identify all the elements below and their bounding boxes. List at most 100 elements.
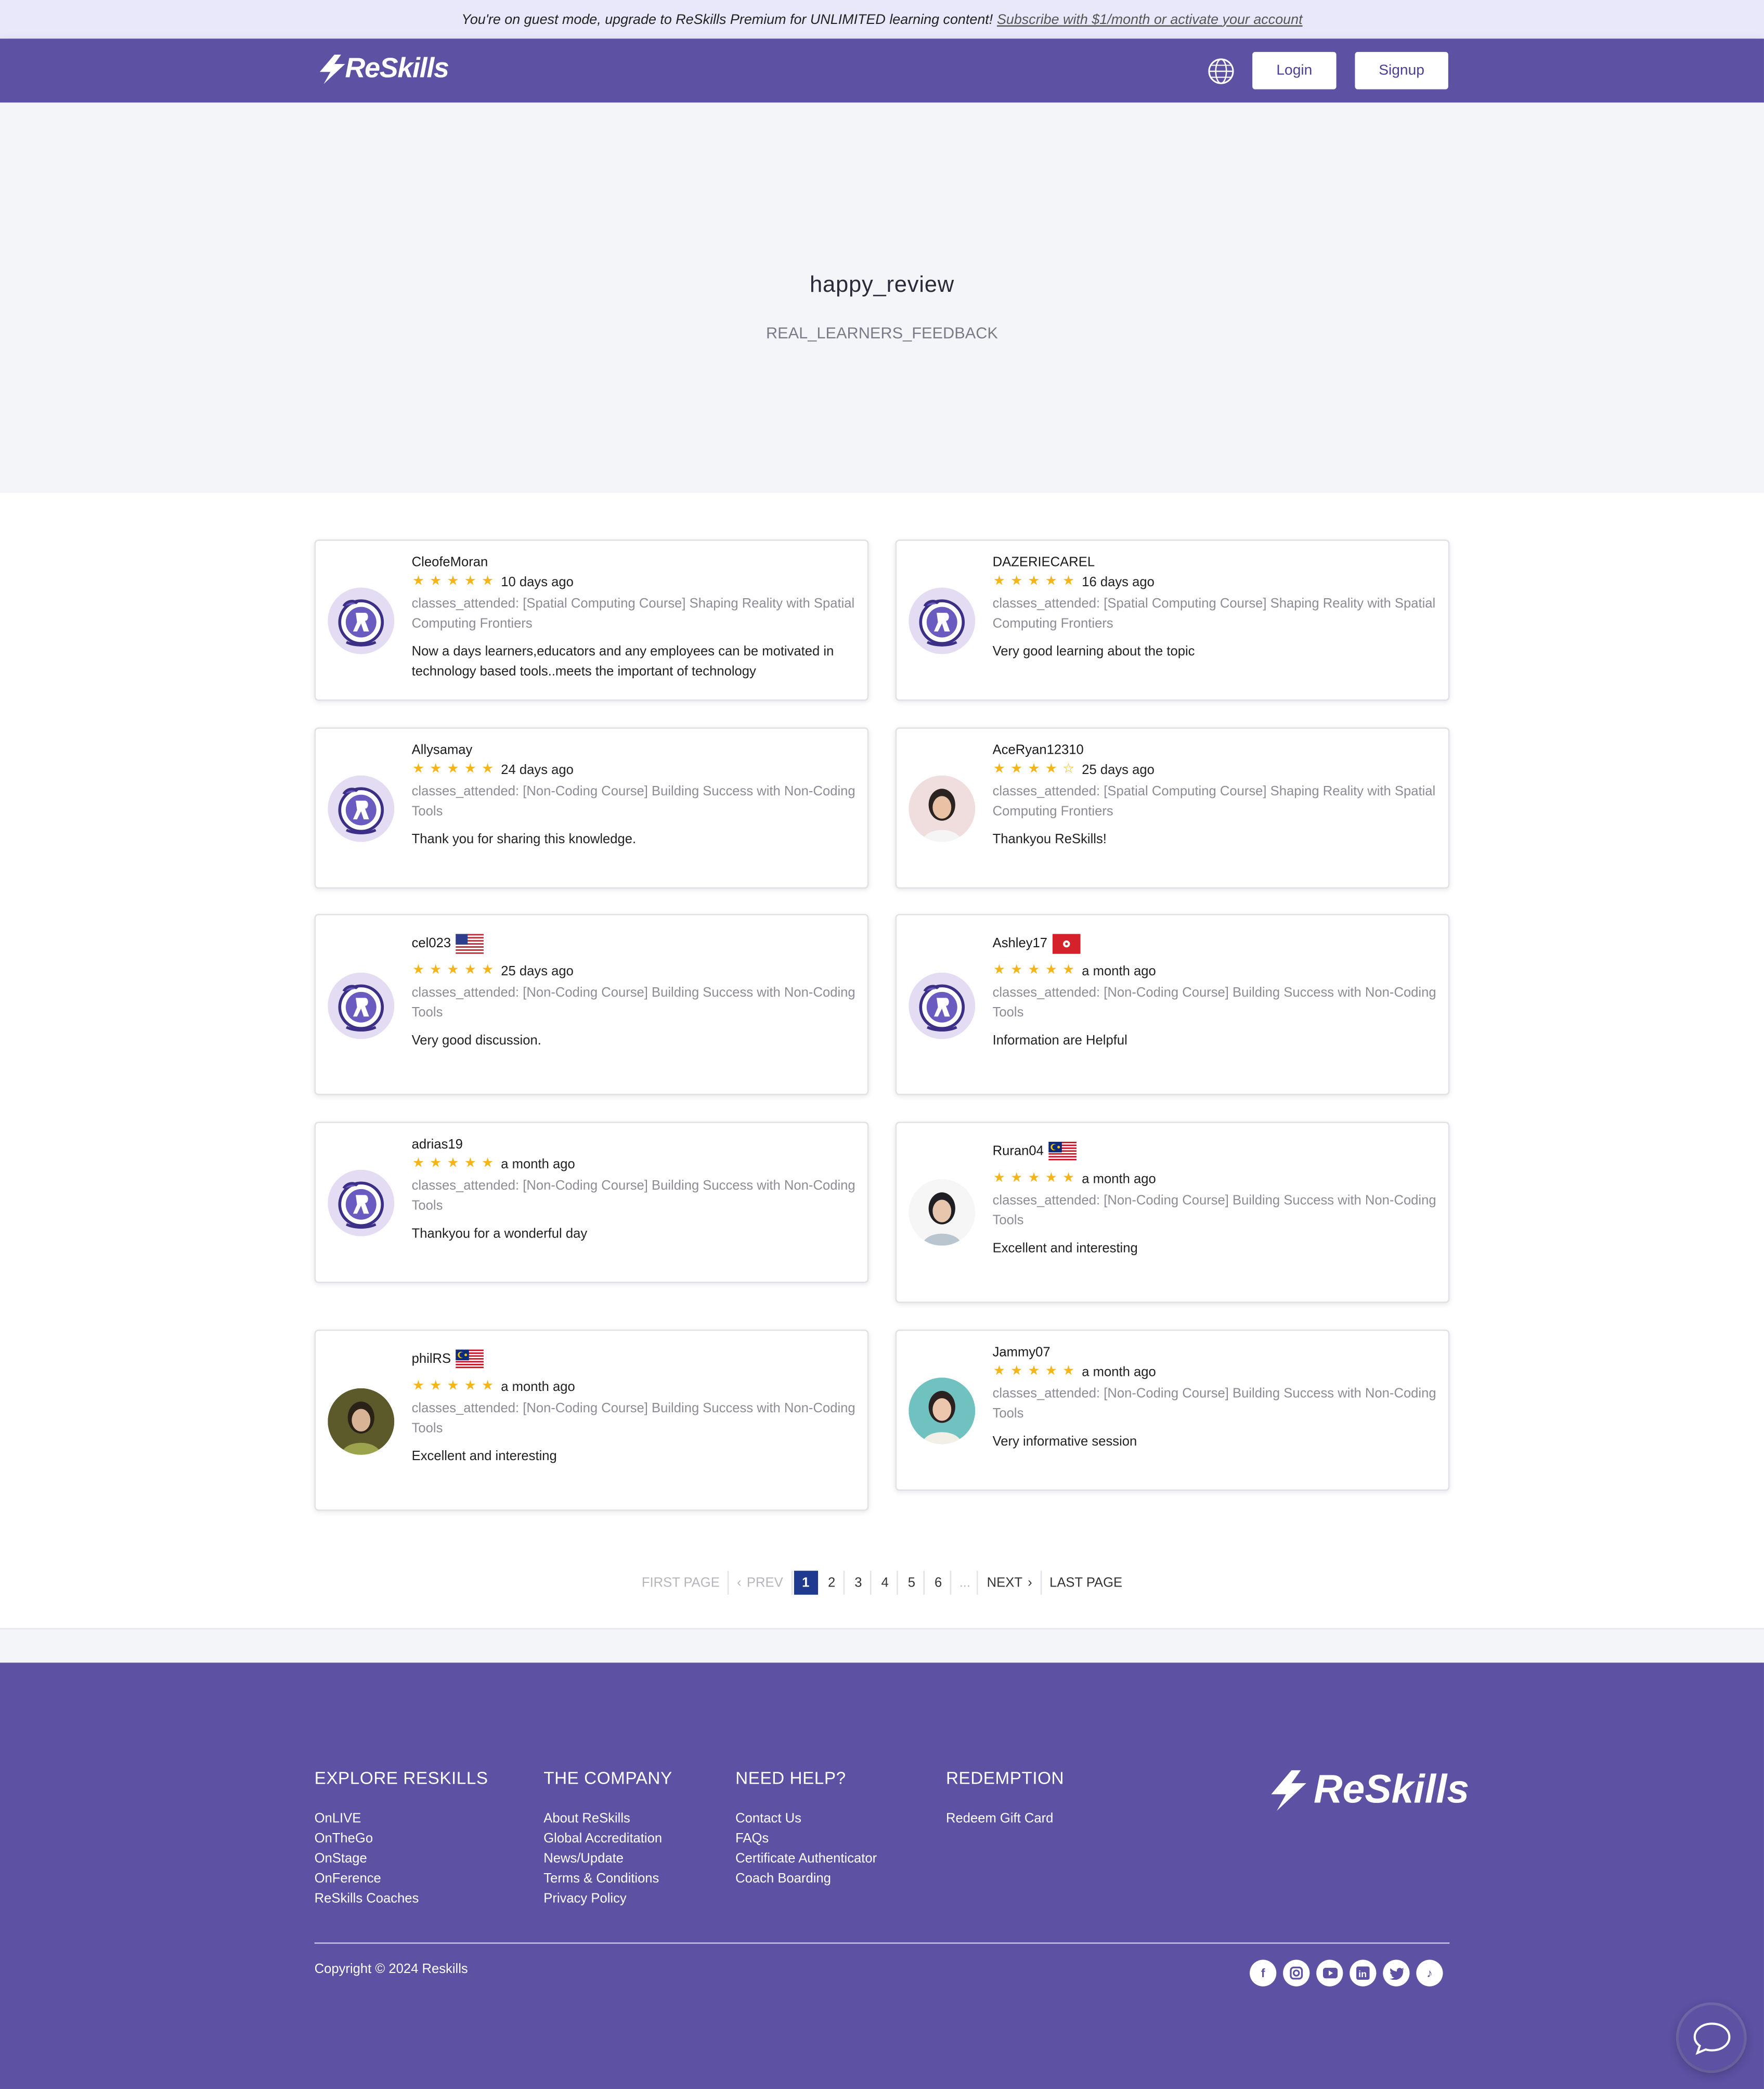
next-page-link[interactable]: NEXT › (979, 1570, 1042, 1595)
reviewer-name: Allysamay (411, 742, 473, 758)
star-rating: ★ ★ ★ ★ ★ (993, 964, 1075, 978)
signup-button[interactable]: Signup (1355, 51, 1448, 89)
review-comment: Very good learning about the topic (992, 644, 1195, 660)
reviewer-avatar (328, 1169, 395, 1236)
prev-page-link[interactable]: ‹ PREV (729, 1570, 793, 1595)
page-4[interactable]: 4 (874, 1570, 898, 1595)
twitter-icon[interactable] (1383, 1959, 1410, 1987)
review-time: a month ago (1082, 1171, 1156, 1187)
star-filled-icon: ★ (1045, 574, 1057, 589)
malaysia-flag-icon (456, 1349, 485, 1369)
footer-link-accreditation[interactable]: Global Accreditation (543, 1829, 672, 1849)
footer-link-about[interactable]: About ReSkills (543, 1809, 672, 1829)
star-rating: ★ ★ ★ ★ ☆ (993, 763, 1075, 777)
reviewer-name-row: Ashley17 (993, 933, 1438, 953)
chat-bubble-icon (1693, 2022, 1730, 2055)
review-card: philRS ★ ★ ★ ★ ★ a month ago classes_attended: … (314, 1330, 869, 1511)
footer-link-contact[interactable]: Contact Us (735, 1809, 877, 1829)
star-rating: ★ ★ ★ ★ ★ (412, 1156, 495, 1171)
footer-link-onlive[interactable]: OnLIVE (315, 1809, 488, 1829)
reviewer-name: philRS (411, 1351, 451, 1366)
page-6[interactable]: 6 (927, 1570, 951, 1595)
page-ellipsis: ... (954, 1570, 978, 1595)
star-rating: ★ ★ ★ ★ ★ (412, 575, 495, 589)
star-filled-icon: ★ (412, 1156, 424, 1171)
page-3[interactable]: 3 (847, 1570, 871, 1595)
footer-divider (314, 1942, 1450, 1944)
rating-row: ★ ★ ★ ★ ★ a month ago (993, 1170, 1438, 1189)
review-comment: Information are Helpful (992, 1034, 1127, 1049)
classes-attended: classes_attended: [Spatial Computing Cou… (992, 784, 1436, 820)
classes-attended: classes_attended: [Non-Coding Course] Bu… (411, 1401, 855, 1436)
login-button[interactable]: Login (1252, 51, 1337, 89)
review-comment: Thankyou for a wonderful day (411, 1227, 588, 1242)
review-card: DAZERIECAREL ★ ★ ★ ★ ★ 16 days ago classes_atte… (895, 539, 1450, 701)
tiktok-icon[interactable]: ♪ (1416, 1959, 1443, 1987)
reviewer-name: Ruran04 (992, 1143, 1044, 1158)
footer-link-faqs[interactable]: FAQs (735, 1829, 877, 1849)
rating-row: ★ ★ ★ ★ ★ 24 days ago (412, 760, 857, 779)
star-filled-icon: ★ (464, 963, 476, 978)
review-comment: Excellent and interesting (411, 1449, 557, 1464)
page-2[interactable]: 2 (820, 1570, 845, 1595)
star-filled-icon: ★ (412, 1378, 424, 1394)
footer-link-terms[interactable]: Terms & Conditions (543, 1869, 672, 1889)
last-page-link[interactable]: LAST PAGE (1042, 1571, 1131, 1595)
footer-logo[interactable]: ReSkills (1266, 1766, 1469, 1814)
rating-row: ★ ★ ★ ★ ★ a month ago (993, 962, 1438, 981)
first-page-link[interactable]: FIRST PAGE (633, 1570, 729, 1595)
youtube-icon[interactable] (1316, 1959, 1343, 1987)
reviewer-avatar (328, 775, 395, 842)
page-root: You're on guest mode, upgrade to ReSkill… (0, 0, 1764, 2089)
star-rating: ★ ★ ★ ★ ★ (412, 763, 495, 777)
review-comment: Excellent and interesting (992, 1242, 1138, 1257)
review-card: AceRyan12310 ★ ★ ★ ★ ☆ 25 days ago classes_atte… (895, 727, 1450, 889)
reviewer-name-row: Ruran04 (992, 1141, 1438, 1162)
language-globe-icon[interactable] (1207, 57, 1235, 85)
review-content: cel023 ★ ★ ★ ★ ★ 25 days ago classes_attended: … (411, 933, 857, 1051)
rating-row: ★ ★ ★ ★ ★ 10 days ago (412, 573, 857, 591)
footer-link-news[interactable]: News/Update (543, 1849, 672, 1869)
facebook-icon[interactable]: f (1250, 1959, 1277, 1987)
star-filled-icon: ★ (447, 574, 459, 589)
review-content: Ruran04 ★ ★ ★ ★ ★ a month ago classes_attended:… (992, 1141, 1438, 1259)
review-card: Ashley17 ★ ★ ★ ★ ★ a month ago classes_attended… (895, 913, 1450, 1095)
star-filled-icon: ★ (482, 1156, 494, 1171)
footer-link-certificate[interactable]: Certificate Authenticator (735, 1849, 877, 1869)
review-content: AceRyan12310 ★ ★ ★ ★ ☆ 25 days ago classes_atte… (993, 741, 1438, 850)
footer-link-coach-boarding[interactable]: Coach Boarding (735, 1869, 877, 1889)
star-filled-icon: ★ (1062, 574, 1075, 589)
footer-link-redeem[interactable]: Redeem Gift Card (946, 1809, 1064, 1829)
instagram-icon[interactable] (1283, 1959, 1310, 1987)
chat-button[interactable] (1678, 2005, 1744, 2071)
footer-link-onstage[interactable]: OnStage (315, 1849, 488, 1869)
reviewer-avatar (328, 587, 395, 654)
footer-divider-band (0, 1628, 1764, 1663)
star-filled-icon: ★ (412, 574, 424, 589)
footer-link-privacy[interactable]: Privacy Policy (543, 1889, 672, 1909)
star-filled-icon: ★ (1028, 574, 1040, 589)
footer-link-onthego[interactable]: OnTheGo (315, 1829, 488, 1849)
subscribe-link[interactable]: Subscribe with $1/month or activate your… (997, 11, 1303, 28)
classes-attended: classes_attended: [Non-Coding Course] Bu… (992, 986, 1436, 1021)
review-comment: Very good discussion. (411, 1034, 541, 1049)
rating-row: ★ ★ ★ ★ ★ 16 days ago (993, 573, 1438, 591)
classes-attended: classes_attended: [Spatial Computing Cou… (411, 597, 855, 632)
footer-link-onference[interactable]: OnFerence (315, 1869, 488, 1889)
footer-link-coaches[interactable]: ReSkills Coaches (315, 1889, 488, 1909)
linkedin-icon[interactable]: in (1350, 1959, 1377, 1987)
reviewer-name-row: CleofeMoran (412, 553, 857, 572)
star-filled-icon: ★ (430, 1156, 442, 1171)
reviewer-avatar (909, 775, 976, 842)
page-title: happy_review (809, 272, 954, 298)
star-filled-icon: ★ (1028, 1171, 1040, 1186)
us-flag-icon (456, 933, 485, 953)
review-time: 10 days ago (501, 575, 574, 590)
rating-row: ★ ★ ★ ★ ★ 25 days ago (412, 962, 857, 981)
star-filled-icon: ★ (482, 963, 494, 978)
review-card: cel023 ★ ★ ★ ★ ★ 25 days ago classes_attended: … (314, 913, 869, 1095)
page-5[interactable]: 5 (900, 1570, 925, 1595)
page-1[interactable]: 1 (794, 1570, 818, 1595)
reskills-logo[interactable]: ReSkills (316, 52, 449, 87)
copyright: Copyright © 2024 Reskills (314, 1962, 468, 1977)
